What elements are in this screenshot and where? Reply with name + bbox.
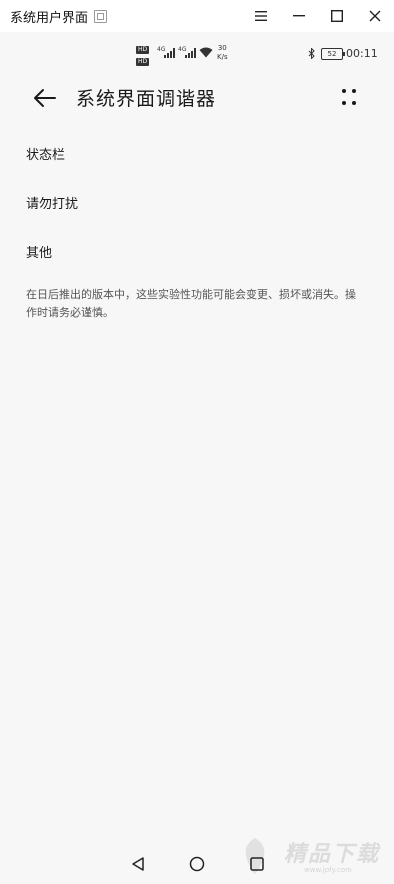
minimize-button[interactable] [280, 0, 318, 32]
battery-icon: 52 [321, 48, 345, 60]
menu-item-status-bar[interactable]: 状态栏 [26, 144, 65, 163]
triangle-back-icon [132, 857, 144, 871]
menu-item-do-not-disturb[interactable]: 请勿打扰 [26, 193, 78, 212]
hd-badge-1: HD [136, 46, 150, 54]
window-title: 系统用户界面 [10, 10, 89, 26]
more-options-button[interactable] [340, 87, 358, 107]
status-time: 00:11 [346, 47, 378, 60]
page-title: 系统界面调谐器 [76, 88, 217, 110]
close-button[interactable] [356, 0, 394, 32]
experimental-warning: 在日后推出的版本中，这些实验性功能可能会变更、损坏或消失。操作时请务必谨慎。 [26, 288, 356, 319]
nav-home-button[interactable] [187, 854, 207, 874]
circle-home-icon [189, 856, 205, 872]
window-controls [242, 0, 394, 32]
signal-icon-1 [164, 48, 175, 61]
maximize-button[interactable] [318, 0, 356, 32]
nav-back-button[interactable] [128, 854, 148, 874]
more-dots-icon [342, 89, 356, 105]
net-speed: 30 K/s [217, 44, 228, 62]
back-button[interactable] [32, 86, 58, 110]
menu-item-other[interactable]: 其他 [26, 242, 52, 261]
hd-badge-2: HD [136, 58, 150, 66]
hamburger-icon [255, 11, 267, 21]
menu-button[interactable] [242, 0, 280, 32]
net-speed-unit: K/s [217, 53, 228, 61]
bluetooth-icon [308, 47, 315, 62]
signal-icon-2 [185, 48, 196, 61]
back-arrow-icon [34, 89, 56, 107]
wifi-icon [199, 47, 213, 61]
status-bar: HD HD 4G 4G 30 K/s 52 00:11 [0, 36, 394, 74]
navigation-bar [0, 842, 394, 884]
net-speed-value: 30 [217, 44, 227, 52]
minimize-icon [293, 15, 305, 17]
pin-icon[interactable] [94, 9, 108, 23]
maximize-icon [331, 10, 343, 22]
nav-recents-button[interactable] [247, 854, 267, 874]
window-titlebar: 系统用户界面 [0, 0, 394, 32]
square-recents-icon [250, 857, 264, 871]
close-icon [369, 10, 381, 22]
app-bar: 系统界面调谐器 [0, 78, 394, 118]
